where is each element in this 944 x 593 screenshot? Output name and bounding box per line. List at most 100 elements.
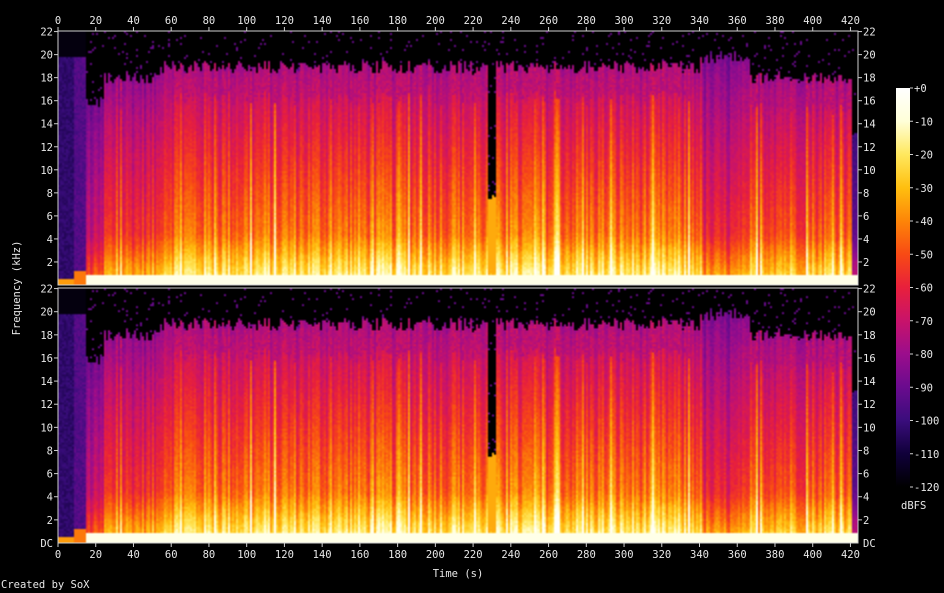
x-tick-label: 40: [127, 549, 140, 561]
y-tick-label: 10: [863, 422, 876, 434]
y-tick-label: 2: [863, 257, 869, 269]
y-tick-label: 14: [40, 119, 53, 131]
y-tick-label: 20: [863, 307, 876, 319]
y-tick-label: 10: [863, 165, 876, 177]
x-tick-label: 140: [313, 15, 332, 27]
credit-text: Created by SoX: [1, 579, 90, 591]
y-tick-label: 8: [863, 188, 869, 200]
x-tick-label: 340: [690, 549, 709, 561]
colorbar-tick-label: -50: [914, 249, 933, 261]
y-tick-label: 6: [47, 469, 53, 481]
y-tick-label: 22: [863, 27, 876, 39]
colorbar-tick-label: -30: [914, 183, 933, 195]
y-tick-label: 4: [863, 234, 869, 246]
x-tick-label: 260: [539, 15, 558, 27]
x-tick-label: 380: [765, 549, 784, 561]
y-tick-label: 14: [40, 376, 53, 388]
colorbar-tick-label: -110: [914, 449, 939, 461]
x-tick-label: 320: [652, 549, 671, 561]
x-tick-label: 120: [275, 549, 294, 561]
x-tick-label: 200: [426, 15, 445, 27]
y-tick-label: 8: [47, 188, 53, 200]
y-tick-label: 20: [40, 50, 53, 62]
y-tick-label: 6: [863, 211, 869, 223]
x-tick-label: 60: [165, 549, 178, 561]
x-axis-label: Time (s): [432, 568, 484, 580]
x-tick-label: 280: [577, 15, 596, 27]
y-tick-label: 22: [863, 284, 876, 296]
y-tick-label: 8: [47, 445, 53, 457]
y-tick-label: 10: [40, 422, 53, 434]
x-tick-label: 40: [127, 15, 140, 27]
x-tick-label: 80: [203, 15, 216, 27]
y-tick-label: 20: [40, 307, 53, 319]
colorbar-tick-label: -80: [914, 349, 933, 361]
x-tick-label: 300: [615, 549, 634, 561]
y-axis-label: Frequency (kHz): [11, 240, 23, 336]
y-tick-label: 2: [47, 257, 53, 269]
x-tick-label: 160: [350, 549, 369, 561]
colorbar-unit-label: dBFS: [901, 500, 927, 512]
x-tick-label: 400: [803, 549, 822, 561]
colorbar-tick-label: -70: [914, 316, 933, 328]
colorbar-tick-label: -20: [914, 150, 933, 162]
x-tick-label: 340: [690, 15, 709, 27]
x-tick-label: 0: [55, 549, 61, 561]
x-tick-label: 260: [539, 549, 558, 561]
colorbar-tick-label: +0: [914, 83, 927, 95]
x-tick-label: 20: [89, 15, 102, 27]
y-tick-label: 18: [863, 330, 876, 342]
y-tick-label: 14: [863, 376, 876, 388]
x-tick-label: 100: [237, 15, 256, 27]
x-tick-label: 80: [203, 549, 216, 561]
x-tick-label: 360: [728, 15, 747, 27]
x-tick-label: 140: [313, 549, 332, 561]
x-tick-label: 180: [388, 549, 407, 561]
colorbar-tick-label: -120: [914, 482, 939, 494]
y-tick-label: DC: [40, 538, 53, 550]
x-tick-label: 360: [728, 549, 747, 561]
spectrogram-figure: 22 2220 2018 1816 1614 1412 1210 108 86 64 42 222 22…: [40, 15, 939, 561]
y-tick-label: DC: [863, 538, 876, 550]
y-tick-label: 4: [863, 492, 869, 504]
x-tick-label: 240: [501, 15, 520, 27]
y-tick-label: 4: [47, 234, 53, 246]
y-tick-label: 16: [40, 353, 53, 365]
y-tick-label: 14: [863, 119, 876, 131]
x-tick-label: 160: [350, 15, 369, 27]
spectrogram-image-channel-2: [58, 288, 858, 543]
x-tick-label: 220: [464, 15, 483, 27]
y-tick-label: 12: [40, 142, 53, 154]
y-tick-label: 22: [40, 284, 53, 296]
x-tick-label: 240: [501, 549, 520, 561]
y-tick-label: 12: [863, 142, 876, 154]
colorbar-tick-label: -100: [914, 416, 939, 428]
x-tick-label: 420: [841, 549, 860, 561]
y-tick-label: 6: [863, 469, 869, 481]
x-tick-label: 420: [841, 15, 860, 27]
x-tick-label: 20: [89, 549, 102, 561]
colorbar-tick-label: -90: [914, 382, 933, 394]
x-tick-label: 0: [55, 15, 61, 27]
x-tick-label: 120: [275, 15, 294, 27]
x-tick-label: 100: [237, 549, 256, 561]
x-tick-label: 220: [464, 549, 483, 561]
x-tick-label: 200: [426, 549, 445, 561]
y-tick-label: 8: [863, 445, 869, 457]
x-tick-label: 280: [577, 549, 596, 561]
y-tick-label: 20: [863, 50, 876, 62]
y-tick-label: 18: [40, 330, 53, 342]
y-tick-label: 12: [863, 399, 876, 411]
y-tick-label: 2: [863, 515, 869, 527]
x-tick-label: 180: [388, 15, 407, 27]
y-tick-label: 18: [863, 73, 876, 85]
spectrogram-channel-1: [57, 30, 859, 286]
x-tick-label: 60: [165, 15, 178, 27]
y-tick-label: 6: [47, 211, 53, 223]
y-tick-label: 18: [40, 73, 53, 85]
colorbar-tick-label: -40: [914, 216, 933, 228]
y-tick-label: 16: [863, 96, 876, 108]
y-tick-label: 4: [47, 492, 53, 504]
colorbar-tick-label: -60: [914, 283, 933, 295]
y-tick-label: 10: [40, 165, 53, 177]
